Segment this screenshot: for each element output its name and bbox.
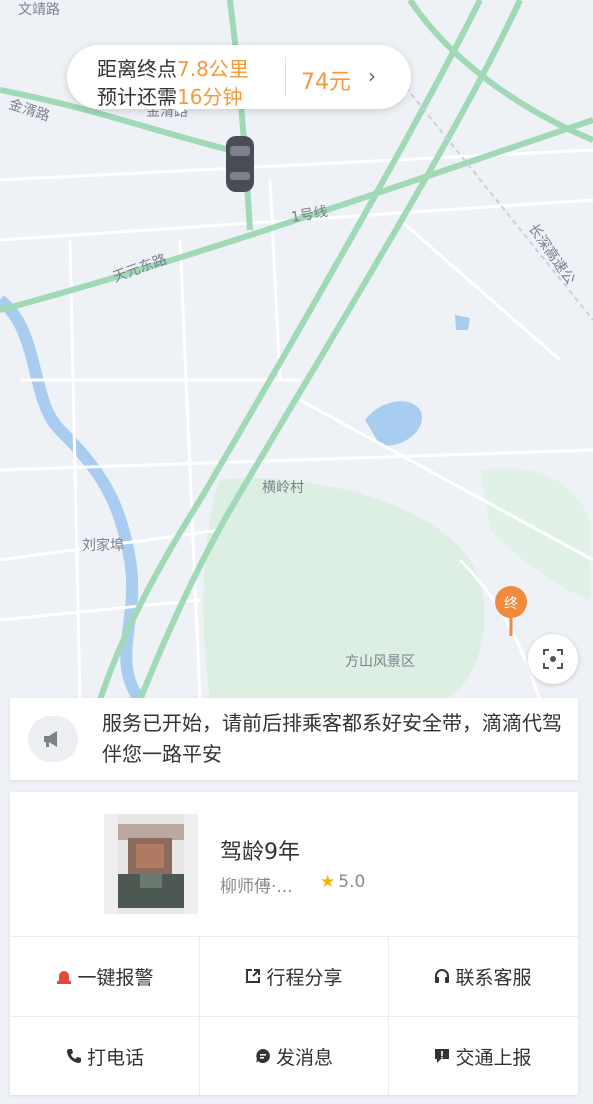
driver-card: 驾龄9年 柳师傅·... ★ 5.0 一键报警 行程分享 联系客服 打电话 发消息 <box>10 792 578 1095</box>
share-icon <box>244 967 262 985</box>
car-marker <box>226 136 254 192</box>
call-button[interactable]: 打电话 <box>10 1016 199 1096</box>
share-trip-button[interactable]: 行程分享 <box>199 936 388 1016</box>
headset-icon <box>433 967 451 985</box>
map-label: 刘家埠 <box>82 537 124 554</box>
megaphone-icon <box>28 716 78 762</box>
action-label: 一键报警 <box>77 966 154 989</box>
driver-name: 柳师傅·... <box>220 877 293 897</box>
star-icon: ★ <box>320 872 336 892</box>
safety-notice: 服务已开始，请前后排乘客都系好安全带，滴滴代驾伴您一路平安 <box>10 698 578 780</box>
action-label: 发消息 <box>275 1046 333 1069</box>
avatar[interactable] <box>104 814 198 914</box>
action-label: 联系客服 <box>455 966 532 989</box>
action-label: 打电话 <box>86 1046 144 1069</box>
message-icon <box>254 1047 272 1065</box>
distance-line: 距离终点7.8公里 <box>97 53 249 82</box>
recenter-button[interactable] <box>528 634 578 684</box>
rating-value: 5.0 <box>338 872 366 892</box>
driver-rating: ★ 5.0 <box>320 872 365 892</box>
map-label: 文靖路 <box>18 2 60 18</box>
trip-info-bubble[interactable]: 距离终点7.8公里 预计还需16分钟 74元 › <box>67 45 411 109</box>
report-icon <box>433 1047 451 1065</box>
chevron-right-icon[interactable]: › <box>368 64 376 88</box>
map-label: 方山风景区 <box>345 654 415 670</box>
destination-marker-label: 终 <box>504 596 518 612</box>
fare-value[interactable]: 74元 <box>301 64 351 96</box>
action-label: 行程分享 <box>266 966 343 989</box>
contact-support-button[interactable]: 联系客服 <box>388 936 577 1016</box>
divider <box>285 57 286 97</box>
map-label: 横岭村 <box>262 480 304 496</box>
traffic-report-button[interactable]: 交通上报 <box>388 1016 577 1096</box>
duration-prefix: 预计还需 <box>97 85 177 109</box>
emergency-alarm-button[interactable]: 一键报警 <box>10 936 199 1016</box>
bubble-tail <box>170 104 190 114</box>
send-message-button[interactable]: 发消息 <box>199 1016 388 1096</box>
distance-prefix: 距离终点 <box>97 57 177 81</box>
locate-icon <box>543 649 563 669</box>
phone-icon <box>65 1047 83 1065</box>
distance-value: 7.8公里 <box>177 57 249 81</box>
notice-text: 服务已开始，请前后排乘客都系好安全带，滴滴代驾伴您一路平安 <box>102 711 562 766</box>
alarm-icon <box>55 967 73 985</box>
action-label: 交通上报 <box>455 1046 532 1069</box>
driving-experience: 驾龄9年 <box>220 840 300 865</box>
